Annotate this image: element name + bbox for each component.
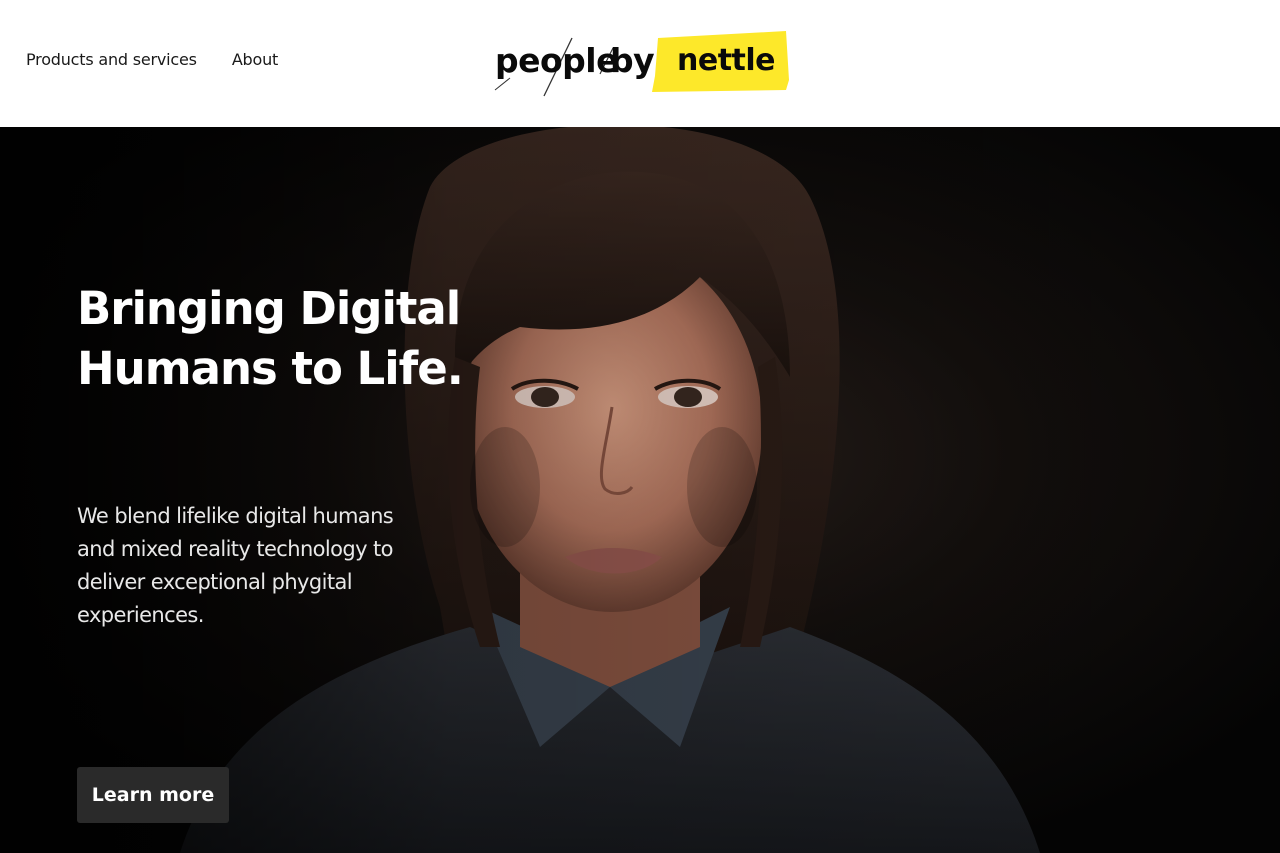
hero-description: We blend lifelike digital humans and mix… [77, 504, 394, 627]
hero-title-line-2: Humans to Life. [77, 342, 464, 395]
brand-logo[interactable]: people by nettle [492, 28, 792, 98]
site-header: Products and services About people by ne… [0, 0, 1280, 127]
logo-text-by: by [610, 41, 655, 80]
nav-about[interactable]: About [232, 50, 279, 69]
digital-human-image [0, 127, 1280, 853]
logo-text-nettle: nettle [677, 43, 776, 78]
hero-section: Bringing Digital Humans to Life. We blen… [0, 127, 1280, 853]
hero-title: Bringing Digital Humans to Life. [77, 279, 477, 399]
learn-more-button[interactable]: Learn more [77, 767, 229, 823]
logo-text-people: people [495, 41, 619, 80]
hero-title-line-1: Bringing Digital [77, 282, 461, 335]
nav-products-and-services[interactable]: Products and services [26, 50, 197, 69]
main-nav: Products and services About [26, 50, 278, 69]
